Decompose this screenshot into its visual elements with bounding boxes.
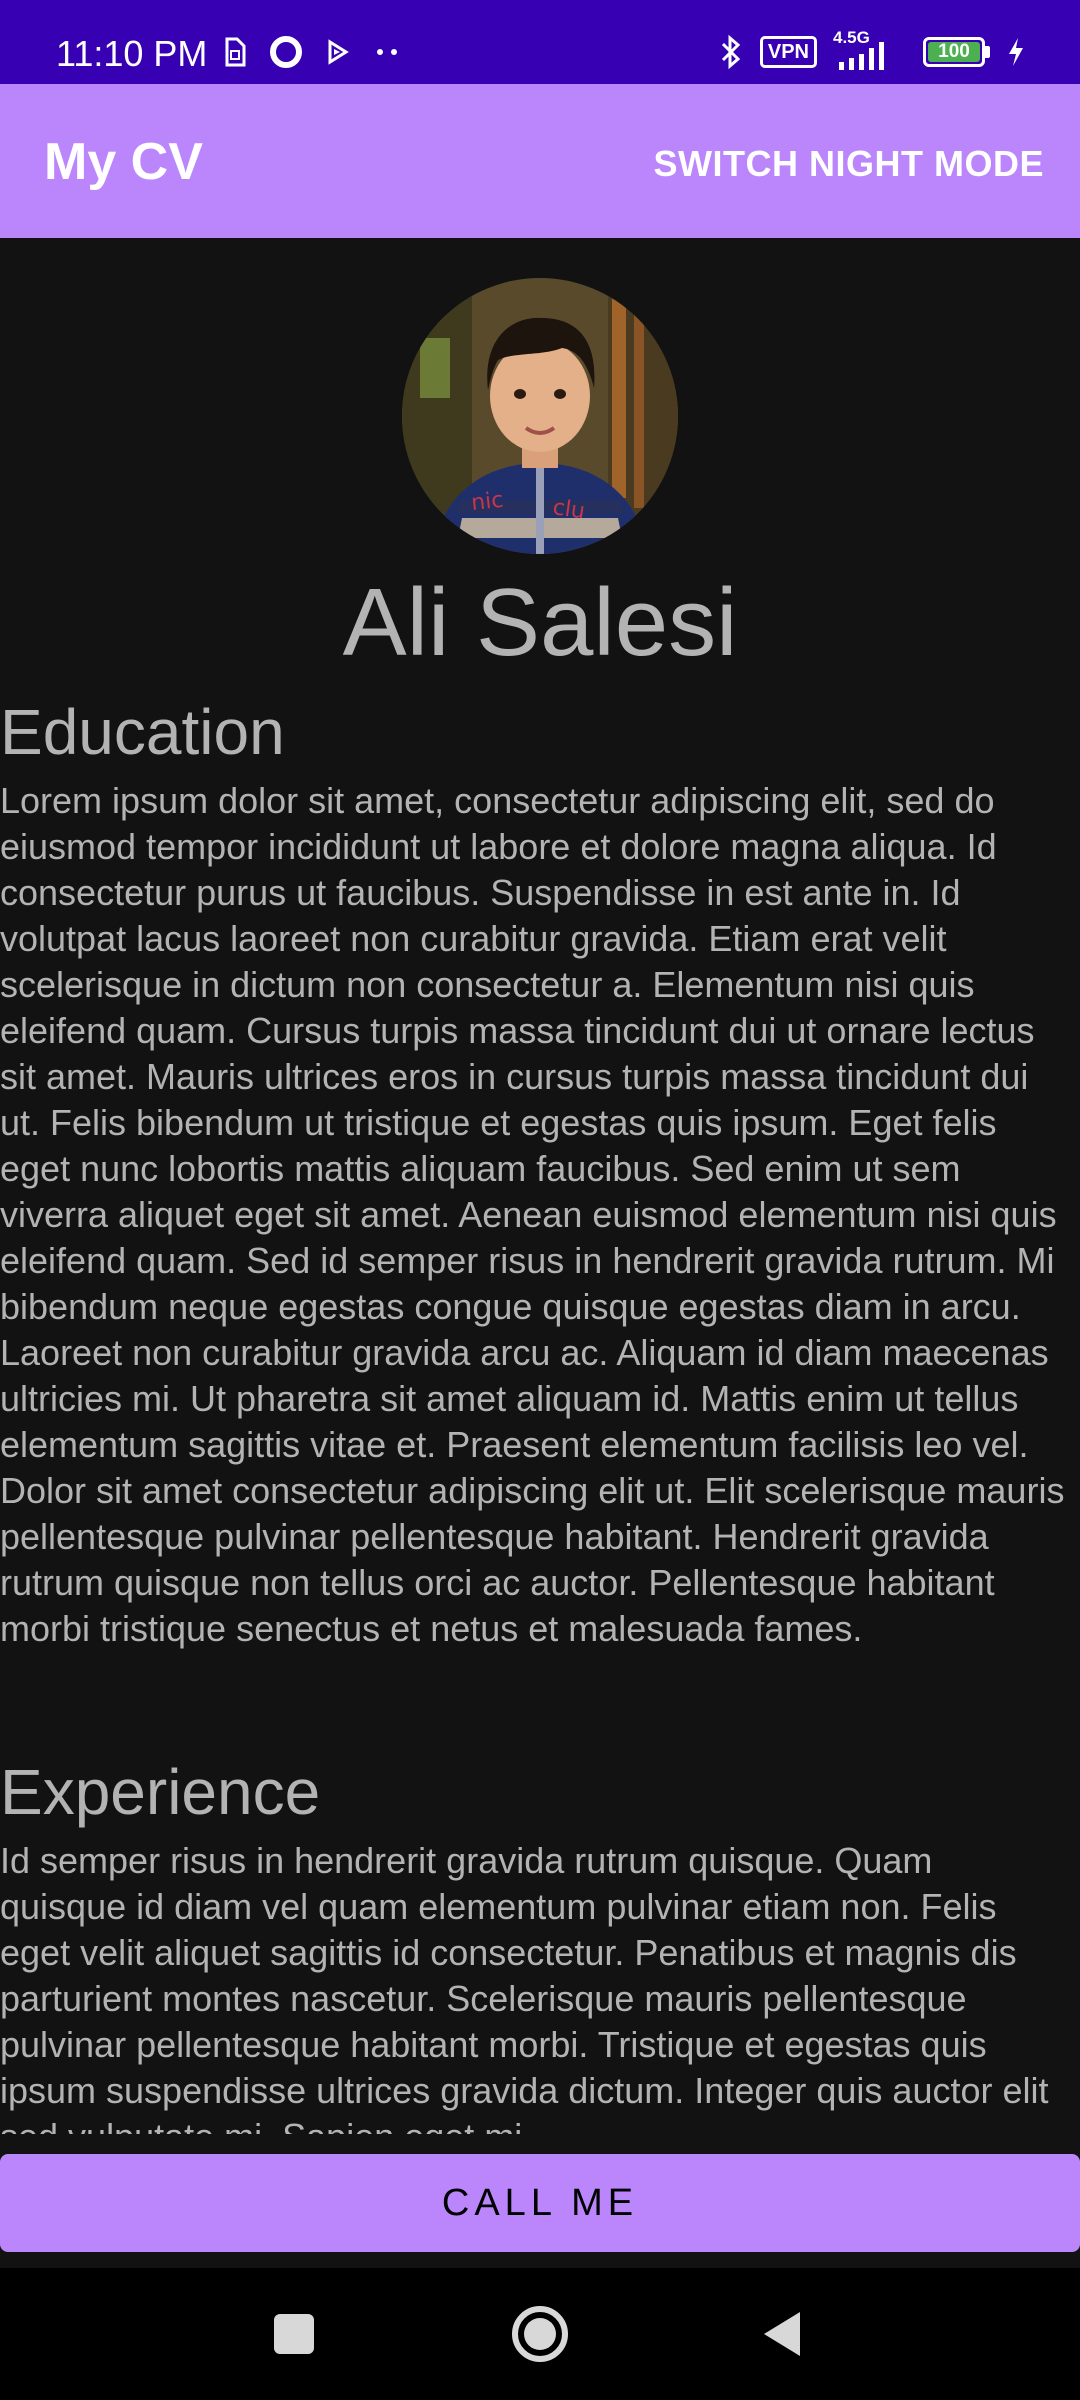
education-body: Lorem ipsum dolor sit amet, consectetur … bbox=[0, 780, 1065, 1649]
play-icon bbox=[326, 39, 350, 65]
education-title: Education bbox=[0, 696, 285, 768]
more-dots-icon bbox=[372, 46, 402, 58]
sim-icon bbox=[224, 37, 246, 67]
app-title: My CV bbox=[44, 133, 203, 191]
status-left-icons bbox=[224, 34, 402, 70]
status-bar: 11:10 PM VPN 4.5G 100 bbox=[0, 0, 1080, 84]
experience-title: Experience bbox=[0, 1756, 321, 1828]
app-bar: My CV SWITCH NIGHT MODE bbox=[0, 84, 1080, 238]
screen: 11:10 PM VPN 4.5G 100 My CV SWITCH NIGHT… bbox=[0, 0, 1080, 2400]
call-me-button[interactable]: CALL ME bbox=[0, 2154, 1080, 2252]
home-icon[interactable] bbox=[510, 2304, 570, 2369]
profile-name: Ali Salesi bbox=[342, 569, 738, 676]
svg-text:clu: clu bbox=[551, 495, 586, 524]
vpn-badge: VPN bbox=[759, 36, 817, 68]
back-icon[interactable] bbox=[760, 2310, 804, 2363]
navigation-bar bbox=[0, 2268, 1080, 2400]
switch-night-mode-button[interactable]: SWITCH NIGHT MODE bbox=[654, 136, 1044, 192]
experience-body: Id semper risus in hendrerit gravida rut… bbox=[0, 1840, 1049, 2134]
charging-icon bbox=[1006, 36, 1026, 68]
bluetooth-icon bbox=[718, 34, 744, 70]
battery-tip bbox=[985, 46, 990, 58]
avatar: nic clu bbox=[402, 278, 678, 554]
signal-icon: 4.5G bbox=[833, 28, 907, 72]
battery-level: 100 bbox=[938, 41, 970, 62]
battery-body: 100 bbox=[923, 37, 985, 67]
status-time: 11:10 PM bbox=[56, 33, 208, 74]
battery-icon: 100 bbox=[923, 37, 990, 67]
cv-content[interactable]: nic clu Ali Salesi Education Lorem ipsum… bbox=[0, 238, 1080, 2134]
circle-icon bbox=[268, 34, 304, 70]
status-right-icons: VPN 4.5G 100 bbox=[718, 28, 1026, 72]
recents-icon[interactable] bbox=[272, 2312, 316, 2361]
svg-text:nic: nic bbox=[470, 488, 505, 516]
